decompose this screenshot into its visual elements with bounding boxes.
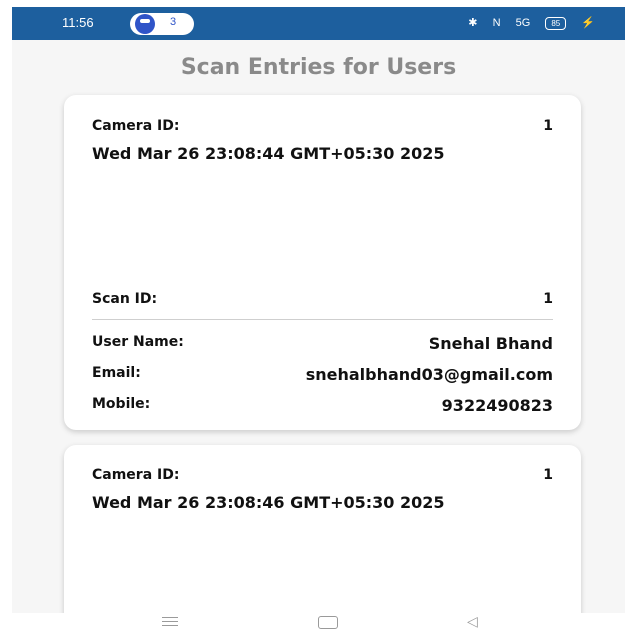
page-title: Scan Entries for Users xyxy=(180,55,457,80)
status-bar: 11:56 3 ✱ N 5G 85 ⚡ xyxy=(12,7,625,40)
camera-id-value: 1 xyxy=(543,467,553,483)
scan-timestamp: Wed Mar 26 23:08:46 GMT+05:30 2025 xyxy=(92,493,445,512)
nfc-icon: N xyxy=(492,17,501,29)
signal-icon: 5G xyxy=(515,17,531,29)
email-value: snehalbhand03@gmail.com xyxy=(305,365,553,384)
scan-entry-card[interactable]: Camera ID: 1 Wed Mar 26 23:08:44 GMT+05:… xyxy=(64,95,581,430)
notification-pill[interactable]: 3 xyxy=(130,13,194,35)
camera-id-label: Camera ID: xyxy=(92,118,180,134)
account-icon xyxy=(135,14,155,34)
camera-id-label: Camera ID: xyxy=(92,467,180,483)
charging-icon: ⚡ xyxy=(581,17,595,29)
divider xyxy=(92,319,553,320)
mobile-value: 9322490823 xyxy=(441,396,553,415)
back-icon[interactable]: ◁ xyxy=(467,614,478,630)
scan-timestamp: Wed Mar 26 23:08:44 GMT+05:30 2025 xyxy=(92,144,445,163)
bluetooth-icon: ✱ xyxy=(468,17,478,29)
user-name-value: Snehal Bhand xyxy=(428,334,553,353)
status-icons: ✱ N 5G 85 ⚡ xyxy=(456,16,595,30)
scan-id-label: Scan ID: xyxy=(92,291,158,307)
menu-icon[interactable] xyxy=(162,617,178,629)
user-name-label: User Name: xyxy=(92,334,184,350)
notification-count: 3 xyxy=(170,16,177,28)
home-icon[interactable] xyxy=(318,616,338,629)
email-label: Email: xyxy=(92,365,141,381)
camera-id-value: 1 xyxy=(543,118,553,134)
mobile-label: Mobile: xyxy=(92,396,151,412)
phone-screen: 11:56 3 ✱ N 5G 85 ⚡ Scan Entries for Use… xyxy=(12,7,625,632)
status-time: 11:56 xyxy=(62,15,94,30)
battery-icon: 85 xyxy=(545,17,567,30)
navigation-bar: ◁ xyxy=(12,613,625,632)
scan-entry-card[interactable]: Camera ID: 1 Wed Mar 26 23:08:46 GMT+05:… xyxy=(64,445,581,632)
scan-id-value: 1 xyxy=(543,291,553,307)
